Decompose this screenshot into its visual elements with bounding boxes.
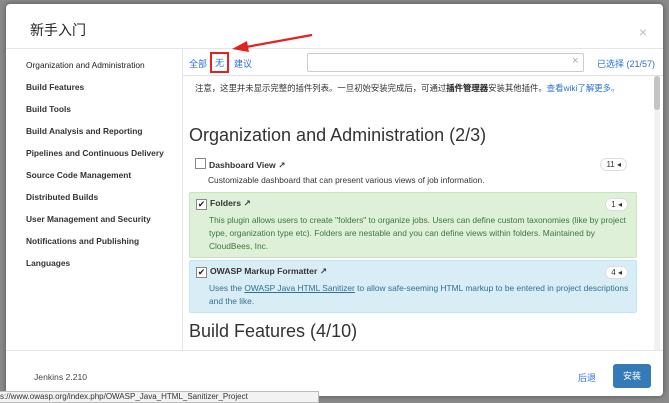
plugin-description: This plugin allows users to create "fold… (209, 215, 626, 251)
sidebar-item-scm[interactable]: Source Code Management (6, 164, 182, 186)
filter-none-link[interactable]: 无 (210, 52, 230, 73)
plugin-dashboard-view[interactable]: Dashboard View ↗ 11 ◂ Customizable dashb… (189, 153, 635, 187)
dependency-count-badge: 4 ◂ (605, 266, 628, 279)
sidebar-item-languages[interactable]: Languages (6, 252, 182, 274)
plugin-owasp-markup-formatter[interactable]: ✔ OWASP Markup Formatter ↗ 4 ◂ Uses the O… (189, 260, 637, 313)
dialog-title: 新手入门 (30, 22, 86, 38)
filter-all-link[interactable]: 全部 (189, 57, 207, 70)
plugin-description: Uses the OWASP Java HTML Sanitizer to al… (209, 282, 629, 308)
dependency-count-badge: 11 ◂ (600, 158, 627, 171)
clear-search-icon[interactable]: × (572, 55, 578, 67)
section-heading-build-features: Build Features (4/10) (189, 321, 358, 341)
wiki-link[interactable]: 查看wiki了解更多。 (547, 83, 620, 93)
plugin-list-panel: 全部 无 建议 × 已选择 (21/57) 注意，这里并未显示完整的插件列表。一… (183, 49, 663, 350)
plugin-name-text: OWASP Markup Formatter (210, 266, 318, 276)
install-button[interactable]: 安装 (613, 364, 651, 388)
section-heading-organization: Organization and Administration (2/3) (189, 125, 487, 145)
plugin-name: ✔ Folders ↗ (196, 198, 251, 210)
sidebar-item-build-features[interactable]: Build Features (6, 76, 182, 98)
badge-count: 4 (611, 268, 616, 277)
caret-left-icon: ◂ (617, 200, 622, 209)
plugin-name: Dashboard View ↗ (195, 158, 285, 171)
selected-count-link[interactable]: 已选择 (21/57) (597, 57, 655, 70)
category-sidebar: Organization and Administration Build Fe… (6, 49, 183, 350)
sidebar-item-user-management[interactable]: User Management and Security (6, 208, 182, 230)
owasp-sanitizer-link[interactable]: OWASP Java HTML Sanitizer (244, 283, 354, 293)
checked-checkbox-icon[interactable]: ✔ (196, 199, 207, 210)
close-icon[interactable]: × (639, 24, 647, 40)
sidebar-item-build-tools[interactable]: Build Tools (6, 98, 182, 120)
plugin-description: Customizable dashboard that can present … (208, 175, 485, 185)
dialog-header: 新手入门 × (6, 4, 663, 49)
external-link-icon[interactable]: ↗ (278, 160, 285, 170)
notice-text-2: 安装其他插件。 (488, 83, 547, 93)
plugin-name-text: Folders (210, 198, 242, 208)
external-link-icon[interactable]: ↗ (320, 266, 327, 276)
sidebar-item-organization[interactable]: Organization and Administration (6, 54, 182, 76)
back-button[interactable]: 后退 (578, 371, 596, 384)
plugin-manager-label: 插件管理器 (446, 83, 489, 93)
plugin-name: ✔ OWASP Markup Formatter ↗ (196, 266, 327, 278)
external-link-icon[interactable]: ↗ (243, 198, 250, 208)
plugin-search-input[interactable] (307, 53, 584, 72)
notice-text-1: 注意，这里并未显示完整的插件列表。一旦初始安装完成后，可通过 (195, 83, 447, 93)
dependency-count-badge: 1 ◂ (605, 198, 628, 211)
filter-bar: 全部 无 建议 × 已选择 (21/57) (183, 49, 663, 76)
desc-text: Uses the (209, 283, 245, 293)
plugin-notice: 注意，这里并未显示完整的插件列表。一旦初始安装完成后，可通过插件管理器安装其他插… (195, 82, 640, 95)
sidebar-item-pipelines[interactable]: Pipelines and Continuous Delivery (6, 142, 182, 164)
sidebar-item-build-analysis[interactable]: Build Analysis and Reporting (6, 120, 182, 142)
badge-count: 11 (606, 160, 615, 169)
plugin-folders[interactable]: ✔ Folders ↗ 1 ◂ This plugin allows users … (189, 192, 637, 258)
scrollbar-thumb[interactable] (654, 76, 660, 110)
checked-checkbox-icon[interactable]: ✔ (196, 267, 207, 278)
caret-left-icon: ◂ (616, 160, 621, 169)
plugin-list-scrollbar[interactable] (654, 76, 660, 350)
sidebar-item-notifications[interactable]: Notifications and Publishing (6, 230, 182, 252)
badge-count: 1 (611, 200, 616, 209)
getting-started-dialog: 新手入门 × Organization and Administration B… (6, 4, 663, 396)
unchecked-checkbox-icon[interactable] (195, 158, 206, 169)
filter-suggested-link[interactable]: 建议 (234, 57, 252, 70)
sidebar-item-distributed-builds[interactable]: Distributed Builds (6, 186, 182, 208)
caret-left-icon: ◂ (617, 268, 622, 277)
jenkins-version: Jenkins 2.210 (34, 372, 88, 382)
browser-status-bar: s://www.owasp.org/index.php/OWASP_Java_H… (0, 391, 319, 403)
plugin-name-text: Dashboard View (209, 160, 276, 170)
dialog-footer: Jenkins 2.210 后退 安装 (6, 350, 663, 396)
